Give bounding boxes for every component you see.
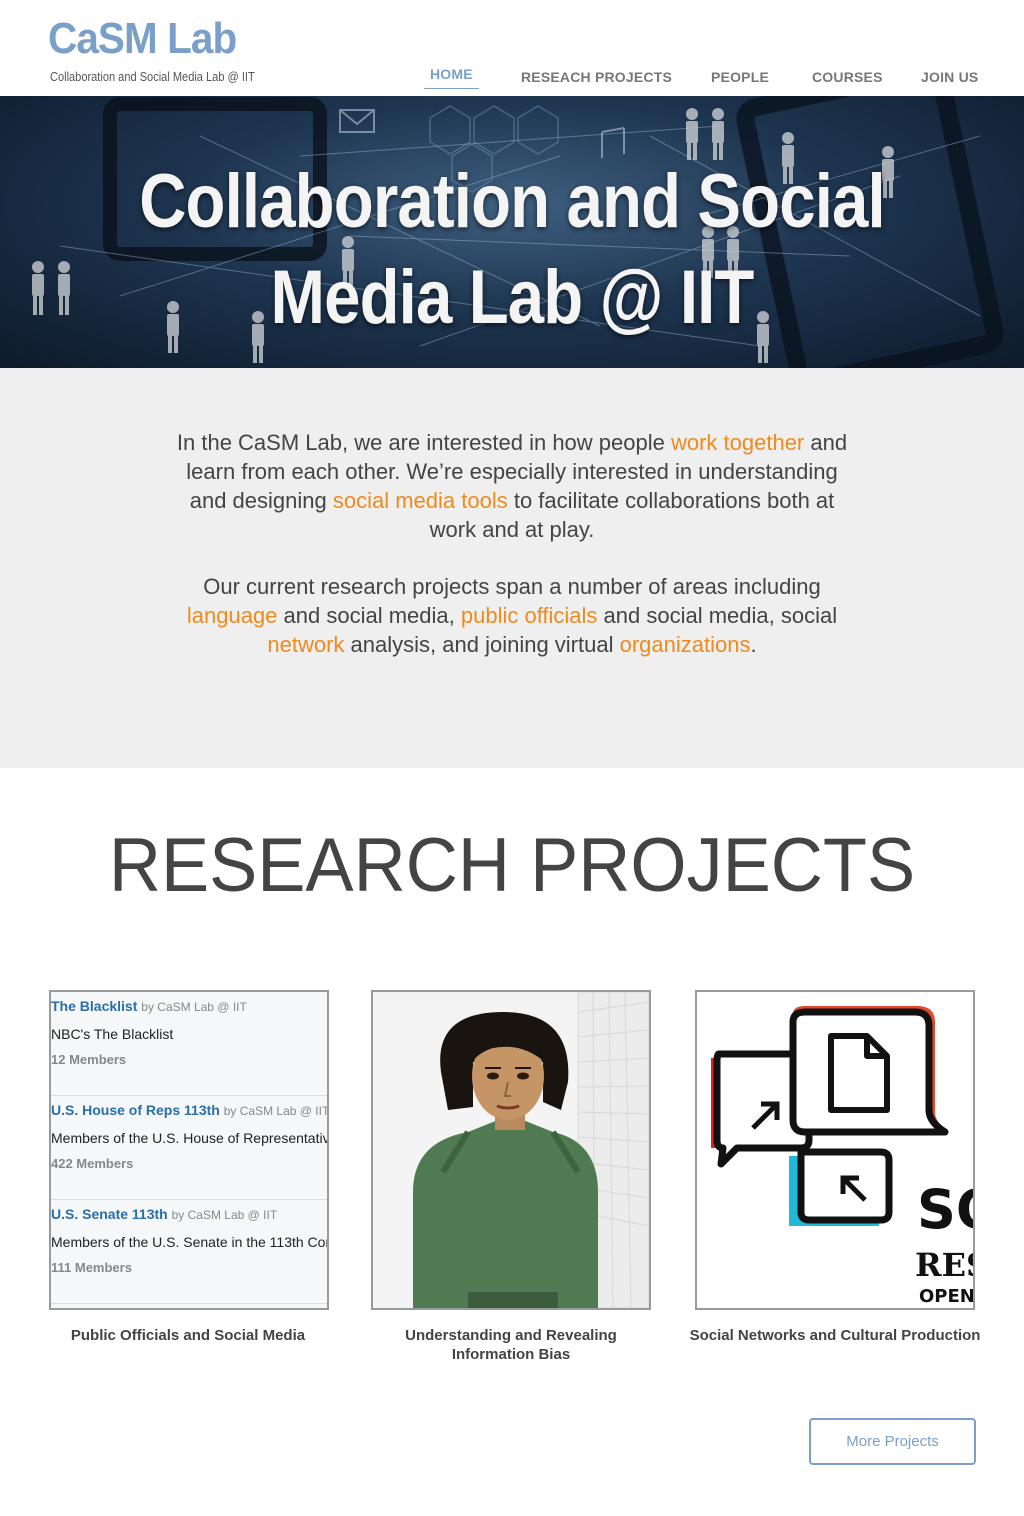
list-members: 111 Members — [51, 1260, 132, 1275]
list-owner: by CaSM Lab @ IIT — [223, 1104, 329, 1118]
project-caption-public-officials[interactable]: Public Officials and Social Media — [38, 1326, 338, 1345]
list-item: U.S. Senate 113th by CaSM Lab @ IIT Memb… — [51, 1200, 327, 1304]
intro-text: and social media, social — [597, 603, 838, 628]
project-card-cultural-production[interactable]: SO RES OPEN — [695, 990, 975, 1310]
link-network[interactable]: network — [267, 632, 344, 657]
list-item-title: U.S. Senate 113th by CaSM Lab @ IIT — [51, 1206, 277, 1222]
more-projects-button[interactable]: More Projects — [809, 1418, 976, 1465]
list-item: The Blacklist by CaSM Lab @ IIT NBC's Th… — [51, 992, 327, 1096]
chat-bubbles-logo: SO RES OPEN — [697, 992, 973, 1308]
hero-title-line1: Collaboration and Social — [139, 159, 885, 244]
intro-text: . — [750, 632, 757, 657]
nav-research-projects[interactable]: RESEACH PROJECTS — [521, 69, 672, 85]
list-title: U.S. Senate 113th — [51, 1206, 168, 1222]
nav-courses[interactable]: COURSES — [812, 69, 883, 85]
logo-text-open: OPEN — [919, 1286, 973, 1307]
avatar-character-image — [373, 992, 649, 1308]
list-item: U.S. House of Reps 113th by CaSM Lab @ I… — [51, 1096, 327, 1200]
site-header: CaSM Lab Collaboration and Social Media … — [0, 0, 1024, 96]
list-owner: by CaSM Lab @ IIT — [171, 1208, 278, 1222]
project-caption-information-bias[interactable]: Understanding and Revealing Information … — [361, 1326, 661, 1364]
list-title: U.S. House of Reps 113th — [51, 1102, 220, 1118]
list-item-title: U.S. House of Reps 113th by CaSM Lab @ I… — [51, 1102, 329, 1118]
link-social-media-tools[interactable]: social media tools — [333, 488, 508, 513]
main-nav: HOME RESEACH PROJECTS PEOPLE COURSES JOI… — [0, 66, 1024, 92]
nav-home[interactable]: HOME — [424, 66, 479, 89]
twitter-lists-screenshot: The Blacklist by CaSM Lab @ IIT NBC's Th… — [51, 992, 327, 1308]
list-owner: by CaSM Lab @ IIT — [141, 1000, 247, 1014]
project-caption-cultural-production[interactable]: Social Networks and Cultural Production — [685, 1326, 985, 1345]
list-title: The Blacklist — [51, 998, 138, 1014]
intro-paragraph-1: In the CaSM Lab, we are interested in ho… — [172, 428, 852, 544]
nav-people[interactable]: PEOPLE — [711, 69, 769, 85]
list-members: 422 Members — [51, 1156, 134, 1171]
link-language[interactable]: language — [187, 603, 278, 628]
list-members: 12 Members — [51, 1052, 127, 1067]
hero-banner: Collaboration and Social Media Lab @ IIT — [0, 96, 1024, 368]
intro-paragraph-2: Our current research projects span a num… — [172, 572, 852, 659]
link-work-together[interactable]: work together — [671, 430, 804, 455]
list-description: NBC's The Blacklist — [51, 1026, 174, 1042]
logo-text-so: SO — [917, 1178, 973, 1241]
intro-text: Our current research projects span a num… — [203, 574, 821, 599]
hero-title: Collaboration and Social Media Lab @ IIT — [72, 154, 953, 346]
intro-text: and social media, — [277, 603, 461, 628]
intro-section: In the CaSM Lab, we are interested in ho… — [0, 368, 1024, 768]
list-description: Members of the U.S. Senate in the 113th … — [51, 1234, 327, 1250]
hero-title-line2: Media Lab @ IIT — [270, 255, 755, 340]
project-card-public-officials[interactable]: The Blacklist by CaSM Lab @ IIT NBC's Th… — [49, 990, 329, 1310]
link-public-officials[interactable]: public officials — [461, 603, 598, 628]
site-logo[interactable]: CaSM Lab — [48, 14, 237, 64]
research-section-title: RESEARCH PROJECTS — [108, 823, 916, 908]
logo-text-res: RES — [915, 1246, 973, 1284]
link-organizations[interactable]: organizations — [620, 632, 751, 657]
intro-text: In the CaSM Lab, we are interested in ho… — [176, 430, 671, 455]
list-item-title: The Blacklist by CaSM Lab @ IIT — [51, 998, 247, 1014]
list-description: Members of the U.S. House of Representat… — [51, 1130, 329, 1146]
intro-text: analysis, and joining virtual — [344, 632, 620, 657]
project-card-information-bias[interactable] — [371, 990, 651, 1310]
nav-join-us[interactable]: JOIN US — [921, 69, 978, 85]
